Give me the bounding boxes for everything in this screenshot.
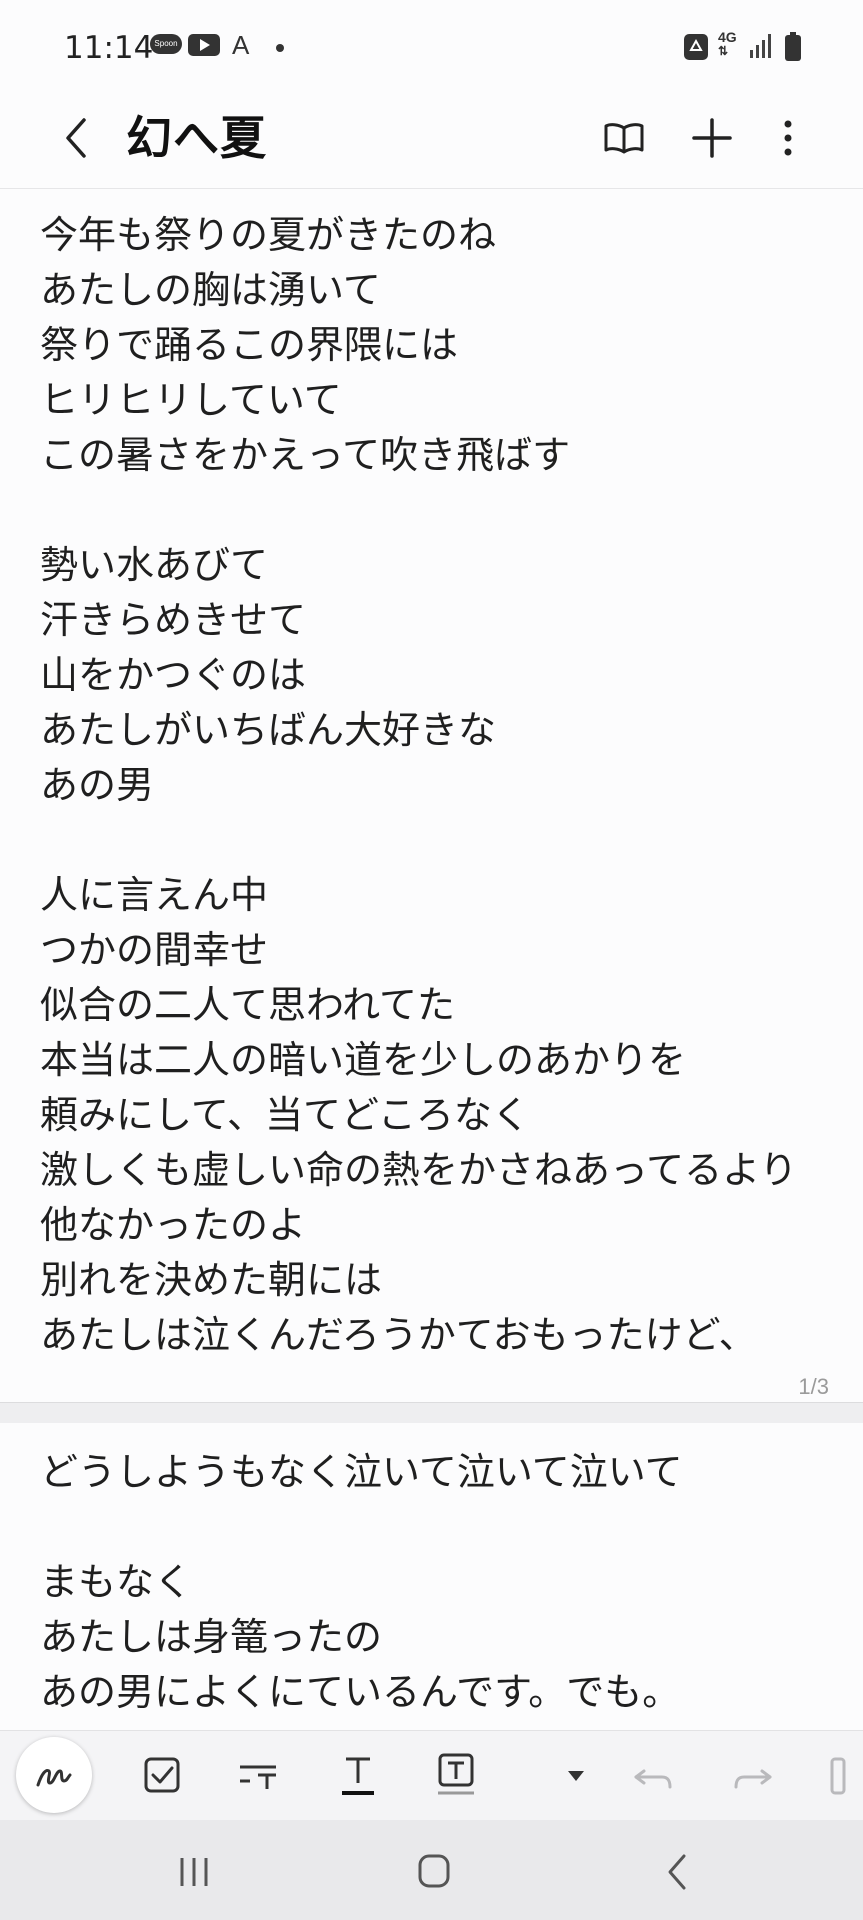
- add-icon[interactable]: [682, 106, 742, 170]
- pen-button[interactable]: [16, 1737, 92, 1813]
- text-line: 本当は二人の暗い道を少しのあかりを: [40, 1038, 687, 1082]
- text-line: あの男によくにているんです。でも。: [40, 1670, 681, 1714]
- text-line: [40, 813, 797, 868]
- pen-icon: [36, 1769, 72, 1787]
- redo-icon[interactable]: [720, 1743, 784, 1807]
- recycle-icon: [684, 34, 708, 60]
- text-line: あたしは身篭ったの: [40, 1615, 383, 1659]
- signal-icon: [750, 34, 771, 58]
- recent-apps-icon[interactable]: [164, 1850, 224, 1894]
- back-icon[interactable]: [52, 106, 100, 170]
- note-header: 幻へ夏: [0, 96, 863, 189]
- dropdown-arrow-icon[interactable]: [544, 1743, 608, 1807]
- nav-back-icon[interactable]: [648, 1850, 708, 1894]
- status-time: 11:14: [64, 30, 154, 66]
- text-line: 他なかったのよ: [40, 1203, 307, 1247]
- text-line: 激しくも虚しい命の熱をかさねあってるより: [40, 1148, 798, 1192]
- text-line: 頼みにして、当てどころなく: [40, 1093, 530, 1137]
- note-page-1[interactable]: 今年も祭りの夏がきたのね あたしの胸は湧いて 祭りで踊るこの界隈には ヒリヒリし…: [0, 190, 863, 1402]
- undo-icon[interactable]: [622, 1743, 686, 1807]
- note-page-2[interactable]: どうしようもなく泣いて泣いて泣いて まもなく あたしは身篭ったの あの男によくに…: [0, 1423, 863, 1729]
- text-line: あたしは泣くんだろうかておもったけど、: [40, 1313, 757, 1357]
- text-line: まもなく: [40, 1560, 193, 1604]
- page-number: 1/3: [798, 1374, 829, 1399]
- text-line: 別れを決めた朝には: [40, 1258, 383, 1302]
- battery-icon: [785, 32, 801, 61]
- reader-mode-icon[interactable]: [594, 106, 654, 170]
- note-body-page-2[interactable]: どうしようもなく泣いて泣いて泣いて まもなく あたしは身篭ったの あの男によくに…: [40, 1445, 683, 1720]
- text-line: 今年も祭りの夏がきたのね: [40, 213, 497, 257]
- more-options-icon[interactable]: [760, 106, 820, 170]
- editing-toolbar: [0, 1730, 863, 1821]
- status-bar: 11:14 Spoon A 4G ⇅: [0, 0, 863, 96]
- text-line: 人に言えん中: [40, 873, 269, 917]
- more-tools-icon[interactable]: [808, 1743, 863, 1807]
- text-format-icon[interactable]: [326, 1743, 390, 1807]
- text-line: あの男: [40, 763, 155, 807]
- note-title[interactable]: 幻へ夏: [126, 102, 267, 168]
- text-line: 汗きらめきせて: [40, 598, 307, 642]
- text-style-icon[interactable]: [226, 1743, 290, 1807]
- text-line: [40, 483, 797, 538]
- home-icon[interactable]: [404, 1850, 464, 1894]
- page-separator: [0, 1402, 863, 1424]
- text-line: 勢い水あびて: [40, 543, 269, 587]
- text-box-icon[interactable]: [424, 1743, 488, 1807]
- checkbox-icon[interactable]: [130, 1743, 194, 1807]
- text-line: あたしの胸は湧いて: [40, 268, 381, 312]
- accessibility-a-icon: A: [232, 30, 250, 60]
- text-line: [40, 1500, 683, 1555]
- system-navigation-bar: [0, 1820, 863, 1920]
- text-line: どうしようもなく泣いて泣いて泣いて: [40, 1450, 683, 1494]
- youtube-icon: [188, 34, 220, 56]
- text-line: あたしがいちばん大好きな: [40, 708, 497, 752]
- network-type: 4G ⇅: [718, 29, 737, 58]
- text-line: ヒリヒリしていて: [40, 378, 342, 422]
- note-body-page-1[interactable]: 今年も祭りの夏がきたのね あたしの胸は湧いて 祭りで踊るこの界隈には ヒリヒリし…: [40, 208, 797, 1363]
- text-line: 祭りで踊るこの界隈には: [40, 323, 459, 367]
- text-line: 似合の二人て思われてた: [40, 983, 455, 1027]
- text-line: つかの間幸せ: [40, 928, 269, 972]
- text-line: 山をかつぐのは: [40, 653, 307, 697]
- notification-dot-icon: [276, 44, 284, 52]
- spoon-app-icon: Spoon: [150, 34, 182, 54]
- text-line: この暑さをかえって吹き飛ばす: [40, 433, 571, 477]
